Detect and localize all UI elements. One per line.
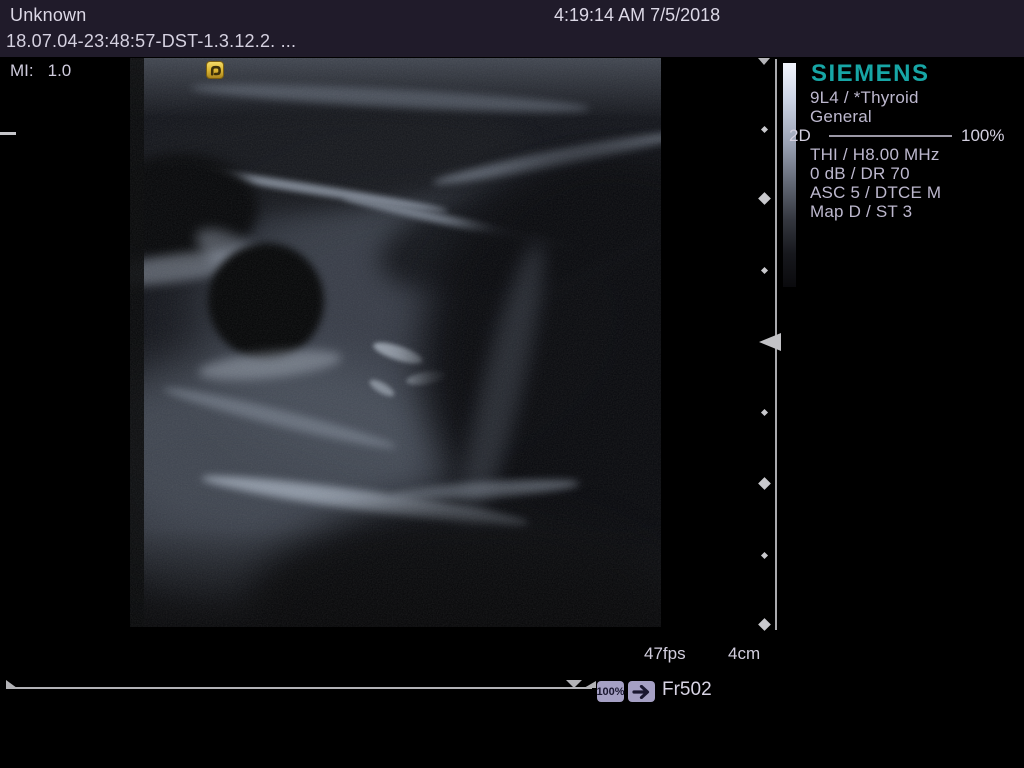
datetime-label: 4:19:14 AM 7/5/2018 [554,5,720,26]
patient-name: Unknown [10,5,86,26]
probe-preset-label: 9L4 / *Thyroid [810,88,919,108]
depth-label: 4cm [728,644,760,664]
ultrasound-render [130,58,661,627]
depth-tick [761,552,768,559]
ultrasound-image[interactable] [130,58,661,627]
preset-secondary-label: General [810,107,872,127]
setting-gain-dr: 0 dB / DR 70 [810,164,910,184]
frame-rate-label: 47fps [644,644,686,664]
study-id: 18.07.04-23:48:57-DST-1.3.12.2. ... [6,31,296,52]
depth-tick [758,192,771,205]
depth-scale-top-icon [758,58,770,65]
right-arrow-icon [632,685,652,699]
depth-tick [761,267,768,274]
depth-tick [761,126,768,133]
focus-marker-icon[interactable] [759,333,781,351]
mi-readout: MI: 1.0 [10,61,71,81]
mi-value: 1.0 [48,61,72,80]
setting-asc-dtce: ASC 5 / DTCE M [810,183,941,203]
cine-position-marker-icon[interactable] [566,680,582,688]
depth-tick [761,409,768,416]
cine-play-arrow-button[interactable] [628,681,655,702]
gain-percent-label: 100% [961,126,1004,146]
grayscale-map-bar [783,63,796,287]
gain-indicator-dash [0,132,16,135]
mode-divider-line [829,135,952,137]
siemens-logo: SIEMENS [811,60,930,88]
cine-position-marker2-icon [584,681,596,688]
depth-tick [758,477,771,490]
depth-tick [758,618,771,631]
setting-map-st: Map D / ST 3 [810,202,912,222]
mode-2d-label: 2D [789,126,811,146]
cine-scrub-bar[interactable] [6,687,592,689]
zoom-percent-badge[interactable]: 100% [597,681,624,702]
ultrasound-app-screen: Unknown 18.07.04-23:48:57-DST-1.3.12.2. … [0,0,1024,768]
frame-counter-label: Fr502 [662,679,712,701]
probe-orientation-marker-icon [206,61,224,79]
setting-thi-freq: THI / H8.00 MHz [810,145,940,165]
mi-label: MI: [10,61,34,80]
